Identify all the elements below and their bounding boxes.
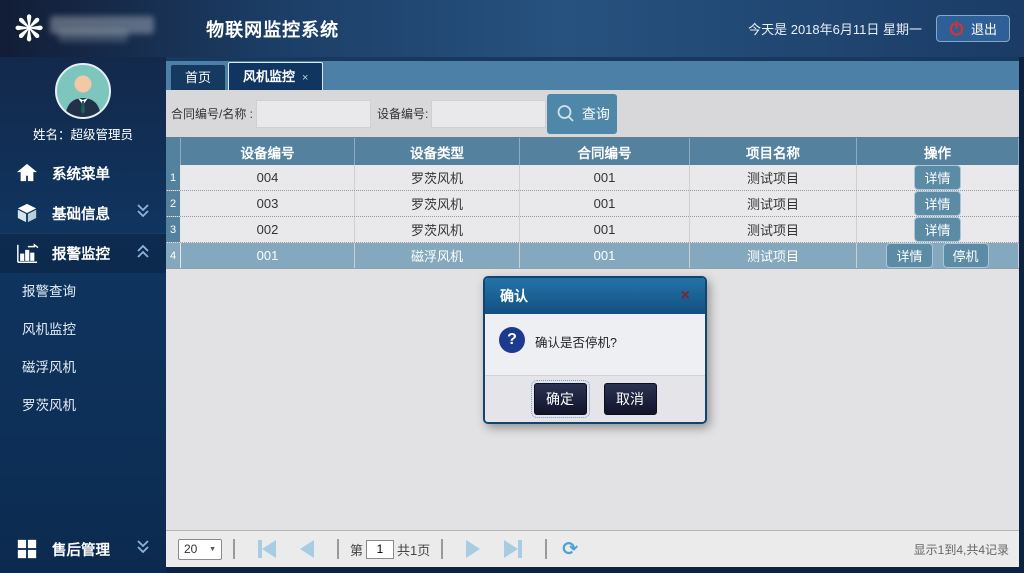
row-number: 3 (166, 217, 181, 242)
chevron-down-icon: ▼ (209, 546, 216, 553)
app-header: ❋ 物联网监控系统 今天是 2018年6月11日 星期一 退出 (0, 0, 1024, 57)
table-row[interactable]: 4 001 磁浮风机 001 测试项目 详情停机 (166, 243, 1019, 269)
cell-device-type: 罗茨风机 (355, 191, 520, 216)
device-label: 设备编号: (377, 105, 428, 122)
col-operation: 操作 (857, 138, 1019, 165)
tab-bar: 首页 风机监控× (166, 57, 1019, 90)
col-contract-no: 合同编号 (520, 138, 690, 165)
page-prefix: 第 (350, 540, 363, 559)
cell-device-no: 004 (181, 165, 355, 190)
sidebar-subitem-报警查询[interactable]: 报警查询 (0, 273, 166, 311)
prev-page-button[interactable] (300, 540, 314, 558)
dialog-footer: 确定 取消 (485, 375, 705, 422)
tab-home[interactable]: 首页 (171, 65, 225, 90)
cancel-button[interactable]: 取消 (604, 383, 657, 415)
dialog-body: ? 确认是否停机? (485, 314, 705, 375)
cell-operations: 详情 (857, 217, 1019, 242)
date-text: 今天是 2018年6月11日 星期一 (748, 19, 922, 38)
power-icon (949, 21, 964, 36)
alarm-submenu: 报警查询 风机监控 磁浮风机 罗茨风机 (0, 273, 166, 425)
row-number: 2 (166, 191, 181, 216)
stop-button[interactable]: 停机 (943, 243, 989, 268)
dialog-title-bar: 确认 × (485, 278, 705, 314)
col-device-no: 设备编号 (181, 138, 355, 165)
page-size-select[interactable]: 20 ▼ (178, 539, 222, 560)
chart-icon (14, 242, 40, 266)
cell-project-name: 测试项目 (690, 165, 857, 190)
sidebar-subitem-磁浮风机[interactable]: 磁浮风机 (0, 349, 166, 387)
cell-device-type: 罗茨风机 (355, 217, 520, 242)
records-text: 显示1到4,共4记录 (914, 541, 1009, 558)
cell-project-name: 测试项目 (690, 217, 857, 242)
cell-project-name: 测试项目 (690, 191, 857, 216)
next-page-button[interactable] (466, 540, 480, 558)
cell-contract-no: 001 (520, 217, 690, 242)
tab-fan-monitor[interactable]: 风机监控× (228, 62, 323, 90)
chevron-down-icon (134, 203, 152, 223)
search-icon (555, 103, 577, 125)
ok-button[interactable]: 确定 (534, 383, 587, 415)
user-name: 姓名：超级管理员 (33, 124, 133, 143)
page-title: 物联网监控系统 (206, 16, 339, 42)
cell-contract-no: 001 (520, 165, 690, 190)
device-input[interactable] (431, 100, 546, 128)
detail-button[interactable]: 详情 (914, 191, 960, 216)
cube-icon (14, 201, 40, 225)
sidebar-item-aftersales[interactable]: 售后管理 (0, 529, 166, 569)
cell-device-no: 001 (181, 243, 355, 268)
home-icon (14, 161, 40, 185)
cell-operations: 详情 (857, 165, 1019, 190)
sidebar-item-system-menu[interactable]: 系统菜单 (0, 153, 166, 193)
query-button[interactable]: 查询 (547, 94, 617, 134)
question-icon: ? (499, 327, 525, 353)
page-number-input[interactable] (366, 540, 394, 559)
refresh-icon[interactable]: ⟳ (562, 538, 578, 561)
grid-icon (14, 537, 40, 561)
pagination-bar: 20 ▼ 第 共1页 ⟳ 显示1到4,共4记录 (166, 530, 1019, 567)
cell-contract-no: 001 (520, 243, 690, 268)
table-row[interactable]: 3 002 罗茨风机 001 测试项目 详情 (166, 217, 1019, 243)
first-page-button[interactable] (258, 540, 276, 558)
logout-button[interactable]: 退出 (936, 15, 1010, 42)
cell-operations: 详情 (857, 191, 1019, 216)
contract-label: 合同编号/名称 : (171, 105, 253, 122)
cell-device-type: 罗茨风机 (355, 165, 520, 190)
detail-button[interactable]: 详情 (914, 165, 960, 190)
sidebar-subitem-风机监控[interactable]: 风机监控 (0, 311, 166, 349)
last-page-button[interactable] (504, 540, 522, 558)
sidebar: 姓名：超级管理员 系统菜单 基础信息 (0, 57, 166, 573)
chevron-down-icon (134, 539, 152, 559)
table-row[interactable]: 2 003 罗茨风机 001 测试项目 详情 (166, 191, 1019, 217)
sidebar-item-basic-info[interactable]: 基础信息 (0, 193, 166, 233)
dialog-message: 确认是否停机? (535, 327, 617, 362)
detail-button[interactable]: 详情 (886, 243, 932, 268)
app-logo-icon: ❋ (14, 11, 44, 47)
row-number: 1 (166, 165, 181, 190)
search-bar: 合同编号/名称 : 设备编号: 查询 (166, 90, 1019, 138)
col-project-name: 项目名称 (690, 138, 857, 165)
cell-project-name: 测试项目 (690, 243, 857, 268)
row-number: 4 (166, 243, 181, 268)
col-device-type: 设备类型 (355, 138, 520, 165)
cell-device-type: 磁浮风机 (355, 243, 520, 268)
close-icon[interactable]: × (681, 287, 690, 305)
avatar (55, 63, 111, 119)
cell-operations: 详情停机 (857, 243, 1019, 268)
dialog-title: 确认 (500, 286, 528, 306)
company-name-redacted (50, 12, 170, 46)
sidebar-item-alarm-monitor[interactable]: 报警监控 (0, 233, 166, 273)
cell-contract-no: 001 (520, 191, 690, 216)
chevron-up-icon (134, 244, 152, 264)
table-header: 设备编号 设备类型 合同编号 项目名称 操作 (166, 138, 1019, 165)
page-suffix: 共1页 (397, 540, 430, 559)
close-icon[interactable]: × (302, 72, 308, 84)
cell-device-no: 002 (181, 217, 355, 242)
detail-button[interactable]: 详情 (914, 217, 960, 242)
table-body: 1 004 罗茨风机 001 测试项目 详情 2 003 罗茨风机 001 测试… (166, 165, 1019, 269)
sidebar-subitem-罗茨风机[interactable]: 罗茨风机 (0, 387, 166, 425)
cell-device-no: 003 (181, 191, 355, 216)
confirm-dialog: 确认 × ? 确认是否停机? 确定 取消 (483, 276, 707, 424)
contract-input[interactable] (256, 100, 371, 128)
table-row[interactable]: 1 004 罗茨风机 001 测试项目 详情 (166, 165, 1019, 191)
